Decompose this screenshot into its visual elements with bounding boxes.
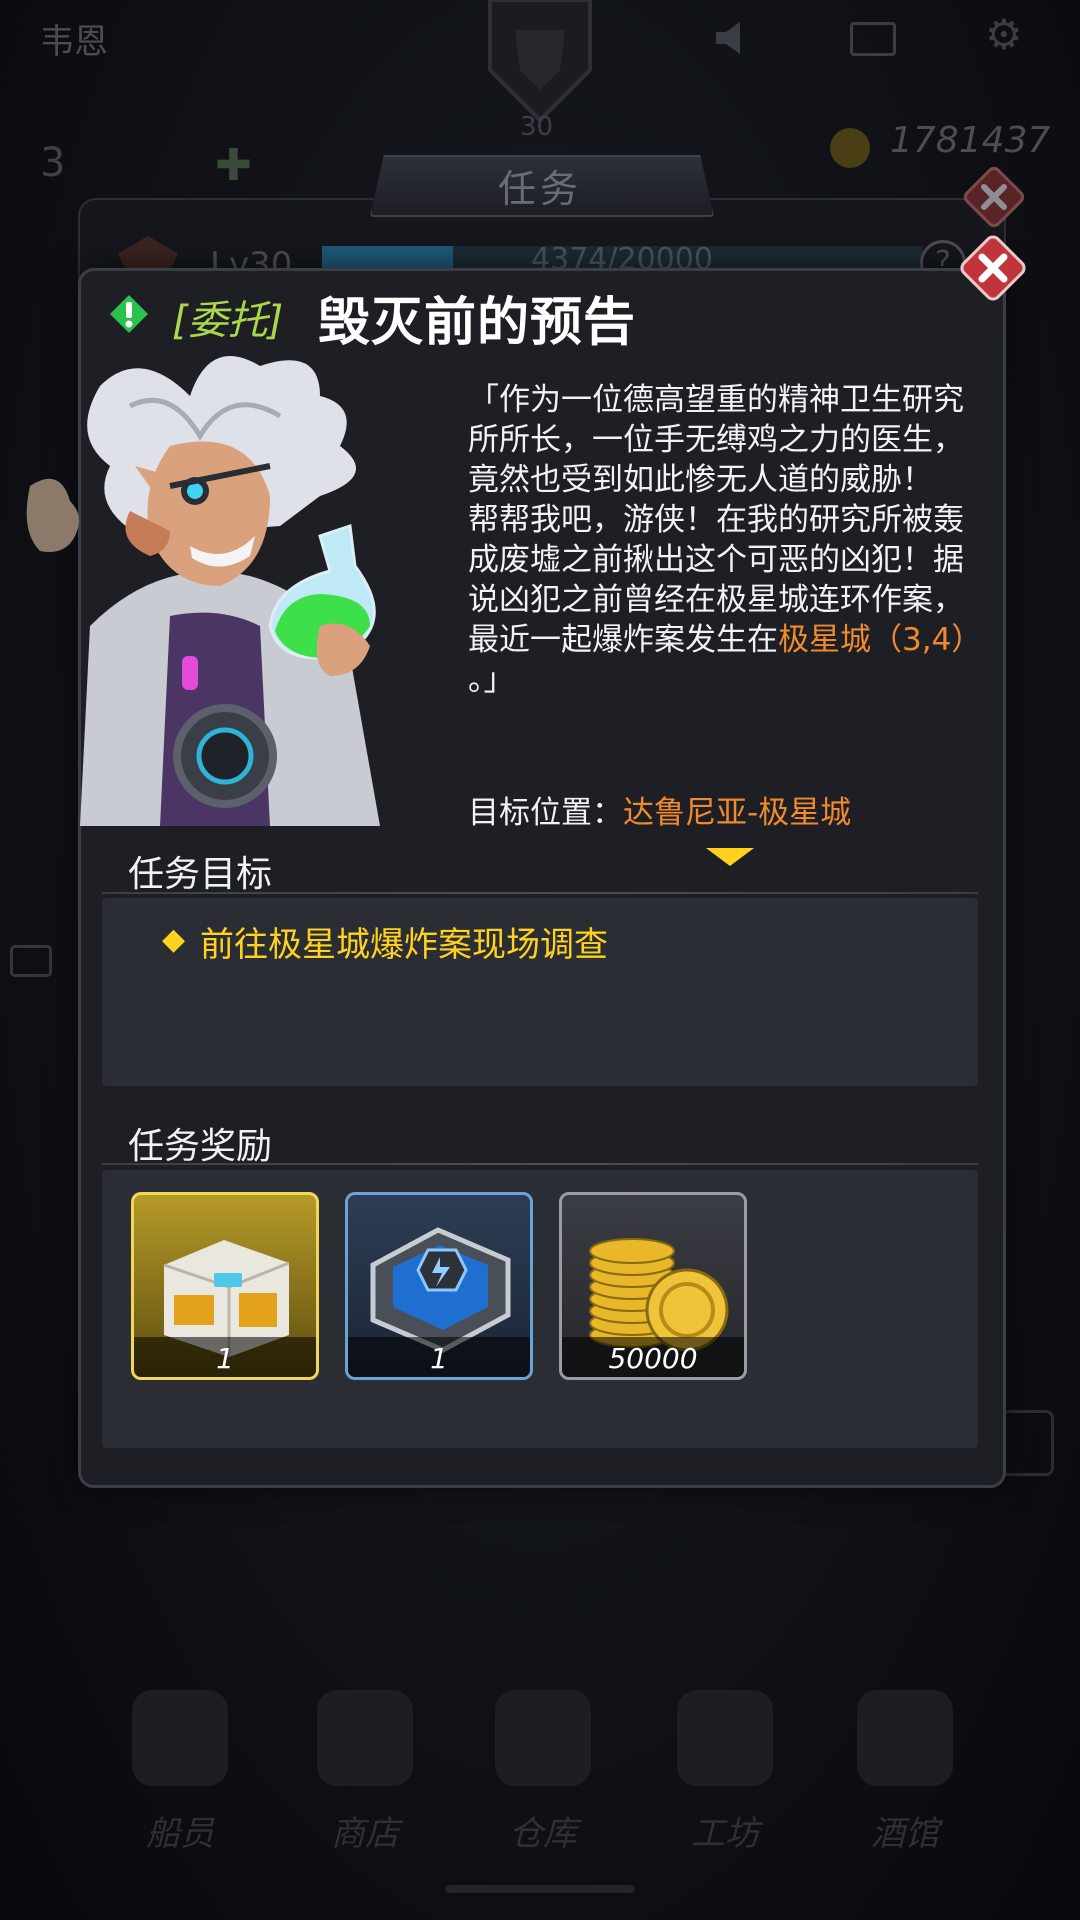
quest-panel-title: 任务 — [497, 167, 582, 211]
gold-coin-icon — [830, 128, 870, 168]
rewards-heading: 任务奖励 — [128, 1126, 273, 1167]
player-emblem-icon — [488, 0, 592, 123]
nav-label: 仓库 — [509, 1814, 577, 1854]
bottom-nav: 船员 商店 仓库 工坊 酒馆 — [0, 1660, 1080, 1920]
tavern-icon — [857, 1690, 953, 1786]
player-level: 30 — [520, 112, 554, 142]
reward-energy-capsule[interactable]: 1 — [345, 1192, 533, 1380]
quest-panel-close-icon[interactable] — [962, 165, 1026, 229]
target-location-label: 目标位置： — [468, 795, 623, 831]
objective-bullet-icon: ◆ — [162, 922, 186, 957]
top-bar: 韦恩 30 ⚙ 3 ✚ 1781437 — [0, 0, 1080, 191]
nav-label: 酒馆 — [871, 1814, 939, 1854]
workshop-icon — [677, 1690, 773, 1786]
divider — [102, 1163, 978, 1165]
home-indicator — [445, 1885, 635, 1893]
divider — [102, 892, 978, 894]
reward-quantity: 1 — [216, 1342, 234, 1375]
plus-icon[interactable]: ✚ — [215, 140, 252, 191]
target-location-row: 目标位置：达鲁尼亚-极星城 — [468, 787, 851, 832]
chat-bubble-icon[interactable] — [10, 945, 52, 977]
description-text-end: 。」 — [468, 662, 515, 698]
nav-label: 工坊 — [691, 1814, 759, 1854]
crew-icon — [132, 1690, 228, 1786]
close-button[interactable] — [957, 232, 1029, 304]
player-name: 韦恩 — [40, 22, 108, 62]
nav-workshop[interactable]: 工坊 — [650, 1660, 800, 1890]
quest-description: 「作为一位德高望重的精神卫生研究所所长，一位手无缚鸡之力的医生，竟然也受到如此惨… — [468, 380, 986, 700]
side-menu-icon[interactable] — [1000, 1410, 1054, 1476]
reward-quantity: 50000 — [608, 1342, 698, 1375]
announcement-icon[interactable] — [712, 18, 752, 58]
objective-item: 前往极星城爆炸案现场调查 — [200, 925, 608, 965]
warehouse-icon — [495, 1690, 591, 1786]
nav-shop[interactable]: 商店 — [290, 1660, 440, 1890]
reward-loot-crate[interactable]: 1 — [131, 1192, 319, 1380]
nav-crew[interactable]: 船员 — [105, 1660, 255, 1890]
gold-amount: 1781437 — [890, 120, 1051, 161]
nav-warehouse[interactable]: 仓库 — [468, 1660, 618, 1890]
reward-quantity: 1 — [430, 1342, 448, 1375]
objectives-heading: 任务目标 — [128, 854, 273, 895]
reward-gold-coins[interactable]: 50000 — [559, 1192, 747, 1380]
nav-label: 船员 — [146, 1814, 214, 1854]
npc-scientist-portrait — [26, 356, 380, 826]
nav-tavern[interactable]: 酒馆 — [830, 1660, 980, 1890]
location-link[interactable]: 极星城（3,4） — [778, 622, 982, 658]
settings-gear-icon[interactable]: ⚙ — [985, 10, 1023, 59]
mail-icon[interactable] — [850, 22, 896, 56]
shop-icon — [317, 1690, 413, 1786]
target-location-value[interactable]: 达鲁尼亚-极星城 — [623, 795, 851, 831]
scroll-down-arrow-icon[interactable] — [706, 848, 754, 866]
description-text: 「作为一位德高望重的精神卫生研究所所长，一位手无缚鸡之力的医生，竟然也受到如此惨… — [468, 382, 964, 658]
nav-label: 商店 — [331, 1814, 399, 1854]
stat-value: 3 — [40, 140, 66, 186]
